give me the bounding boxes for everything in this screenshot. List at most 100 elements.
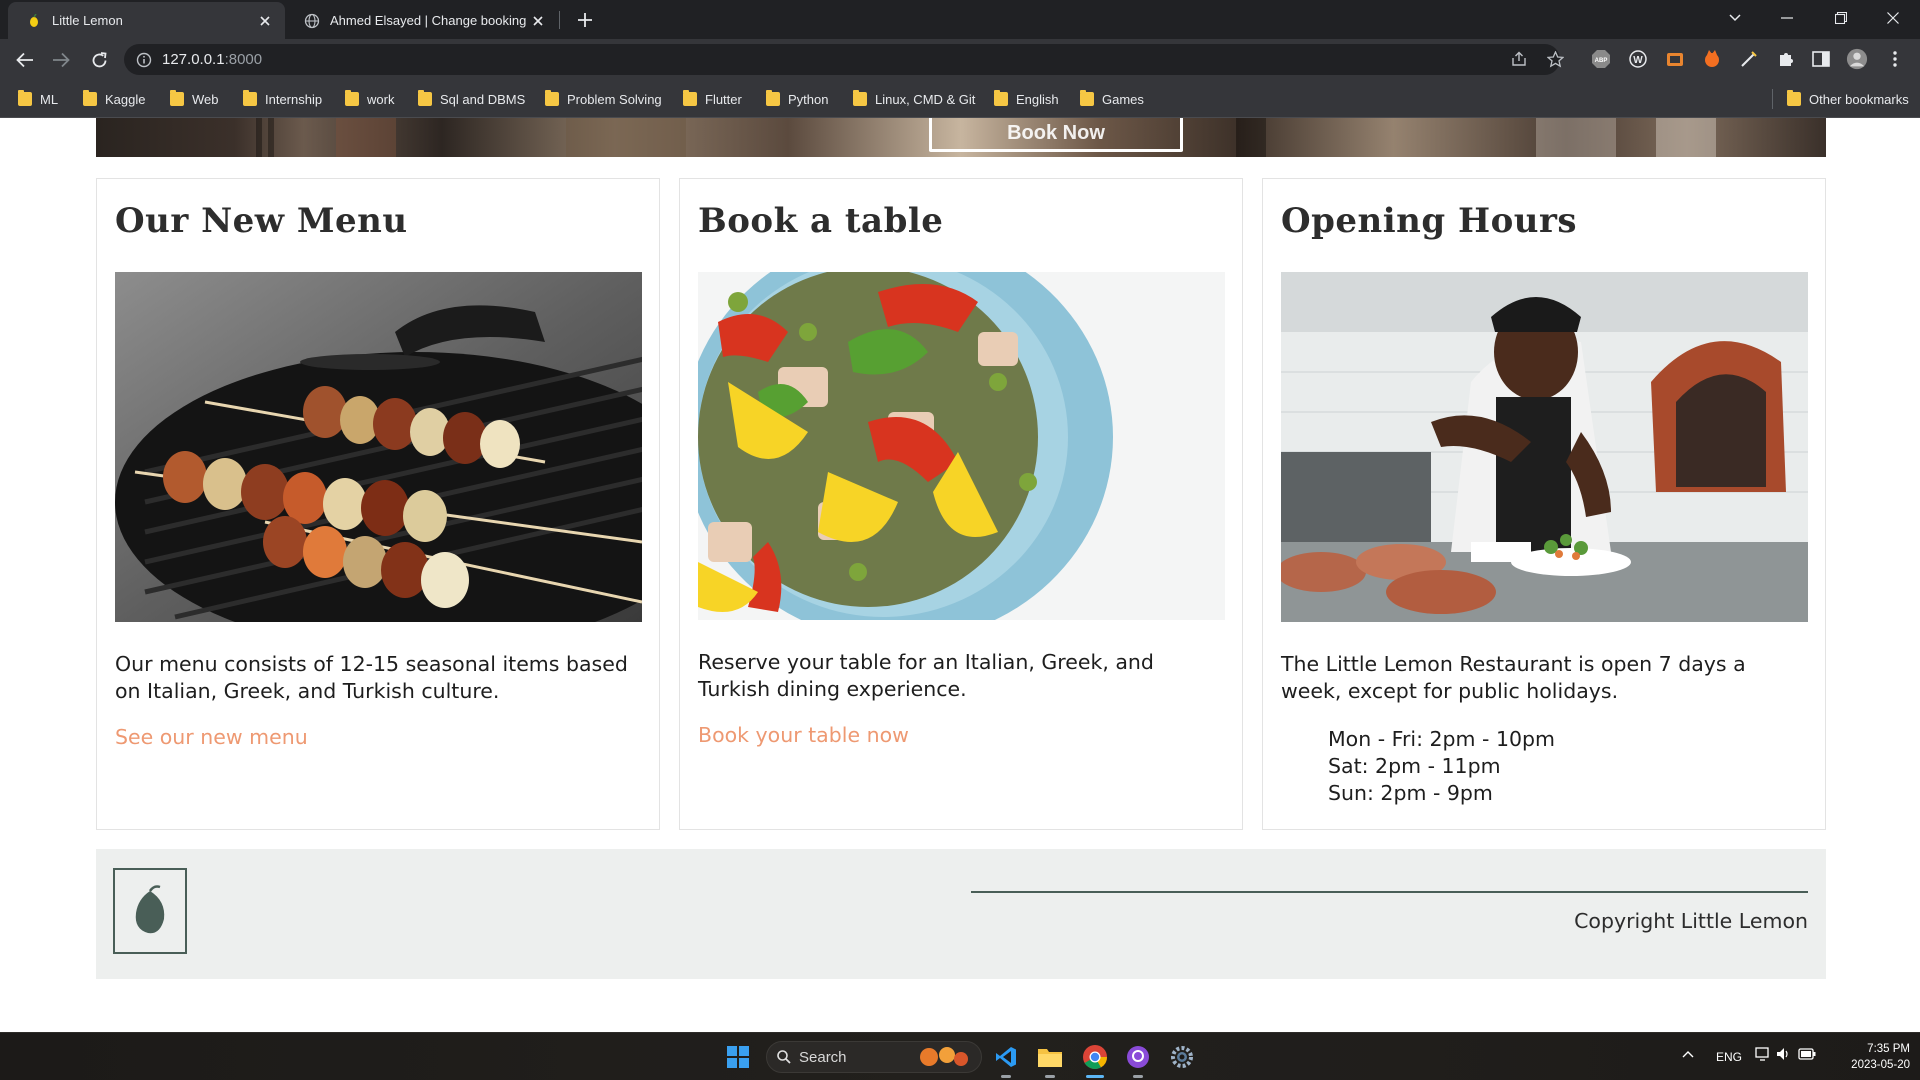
site-info-icon[interactable] [136,52,152,68]
close-tab-icon[interactable] [255,11,275,31]
browser-toolbar: 127.0.0.1:8000 ABP W [0,39,1920,80]
book-now-label: Book Now [1007,122,1105,144]
bookmark-label: English [1016,91,1059,107]
flowers-search-highlight-icon [917,1045,973,1069]
bookmark-label: Internship [265,91,323,107]
bookmark-folder-internship[interactable]: Internship [243,89,322,109]
new-tab-plus-icon[interactable] [574,9,596,31]
folder-icon [170,90,184,106]
side-panel-icon[interactable] [1810,48,1832,70]
opening-hours-list: Mon - Fri: 2pm - 10pm Sat: 2pm - 11pm Su… [1328,726,1555,807]
book-now-button[interactable]: Book Now [929,118,1183,152]
share-icon[interactable] [1506,46,1532,72]
tab-title: Ahmed Elsayed | Change booking | [330,13,528,28]
hero-banner-image: Book Now [96,118,1826,157]
restore-window-icon[interactable] [1818,0,1864,36]
card-book-a-table: Book a table Reserve your table for an I… [679,178,1243,830]
folder-icon [766,90,780,106]
folder-icon [853,90,867,106]
vscode-icon[interactable] [990,1041,1022,1073]
settings-gear-icon[interactable] [1166,1041,1198,1073]
url-text: 127.0.0.1:8000 [162,51,262,68]
bookmark-label: Web [192,91,219,107]
chef-kitchen-image [1281,272,1808,622]
bookmark-folder-other[interactable]: Other bookmarks [1787,89,1909,109]
close-tab-icon[interactable] [528,11,548,31]
bookmark-folder-problem-solving[interactable]: Problem Solving [545,89,662,109]
screenshot-extension-icon[interactable] [1664,48,1686,70]
folder-icon [418,90,432,106]
bookmark-folder-ml[interactable]: ML [18,89,58,109]
pen-extension-icon[interactable] [1738,48,1760,70]
fox-extension-icon[interactable] [1701,48,1723,70]
bookmark-label: Python [788,91,829,107]
language-indicator[interactable]: ENG [1716,1050,1742,1064]
close-window-icon[interactable] [1870,0,1916,36]
tab-little-lemon[interactable]: Little Lemon [8,2,285,39]
address-bar[interactable]: 127.0.0.1:8000 [124,44,1560,75]
folder-icon [545,90,559,106]
bookmarks-divider [1772,89,1773,109]
bookmark-star-icon[interactable] [1542,46,1568,72]
bookmark-folder-kaggle[interactable]: Kaggle [83,89,145,109]
bookmark-folder-work[interactable]: work [345,89,394,109]
show-hidden-icons-chevron-up-icon[interactable] [1682,1047,1694,1061]
profile-avatar[interactable] [1846,48,1868,70]
card-description: Our menu consists of 12-15 seasonal item… [115,652,628,703]
back-arrow-icon[interactable] [12,47,38,73]
file-explorer-icon[interactable] [1034,1041,1066,1073]
card-our-new-menu: Our New Menu Our menu consists of 12-15 … [96,178,660,830]
card-title: Our New Menu [115,201,408,241]
bookmark-folder-sql[interactable]: Sql and DBMS [418,89,525,109]
volume-icon[interactable] [1776,1047,1792,1064]
bookmark-label: Problem Solving [567,91,662,107]
hours-saturday: Sat: 2pm - 11pm [1328,754,1501,778]
bookmark-label: ML [40,91,59,107]
svg-text:ABP: ABP [1595,58,1608,64]
network-icon[interactable] [1755,1047,1771,1064]
bookmark-folder-flutter[interactable]: Flutter [683,89,742,109]
system-clock[interactable]: 7:35 PM 2023-05-20 [1826,1041,1910,1073]
tab-separator [559,11,560,29]
tab-search-chevron-down-icon[interactable] [1712,0,1758,36]
more-menu-icon[interactable] [1884,48,1906,70]
folder-icon [243,90,257,106]
bookmark-label: Flutter [705,91,742,107]
windows-start-icon[interactable] [722,1041,754,1073]
folder-icon [18,90,32,106]
see-menu-link[interactable]: See our new menu [115,725,308,749]
bookmark-folder-english[interactable]: English [994,89,1059,109]
minimize-window-icon[interactable] [1764,0,1810,36]
bookmark-label: Kaggle [105,91,146,107]
grilled-skewers-image [115,272,642,622]
github-desktop-icon[interactable] [1122,1041,1154,1073]
copyright-text: Copyright Little Lemon [1574,909,1808,933]
bookmark-label: work [367,91,395,107]
extensions-puzzle-icon[interactable] [1775,48,1797,70]
card-title: Book a table [698,201,944,241]
bookmark-folder-web[interactable]: Web [170,89,219,109]
forward-arrow-icon[interactable] [48,47,74,73]
bookmark-folder-python[interactable]: Python [766,89,828,109]
abp-extension-icon[interactable]: ABP [1590,48,1612,70]
bookmark-folder-games[interactable]: Games [1080,89,1144,109]
card-title: Opening Hours [1281,201,1578,241]
tab-change-booking[interactable]: Ahmed Elsayed | Change booking | [286,2,558,39]
bookmark-folder-linux[interactable]: Linux, CMD & Git [853,89,975,109]
card-description: Reserve your table for an Italian, Greek… [698,650,1154,701]
book-table-link[interactable]: Book your table now [698,723,909,747]
reload-icon[interactable] [86,47,112,73]
w-extension-icon[interactable]: W [1627,48,1649,70]
clock-date: 2023-05-20 [1851,1059,1910,1071]
hours-weekdays: Mon - Fri: 2pm - 10pm [1328,727,1556,751]
page-content: Book Now Our New Menu Our menu consists … [0,118,1920,1032]
bookmark-label: Other bookmarks [1809,91,1909,107]
running-indicator [1133,1075,1143,1078]
battery-icon[interactable] [1798,1048,1816,1063]
globe-icon [304,13,320,29]
chrome-icon[interactable] [1079,1041,1111,1073]
taskbar-search-box[interactable]: Search [766,1041,982,1073]
site-footer: Copyright Little Lemon [96,849,1826,979]
running-indicator [1045,1075,1055,1078]
browser-tab-strip: Little Lemon Ahmed Elsayed | Change book… [0,0,1920,39]
